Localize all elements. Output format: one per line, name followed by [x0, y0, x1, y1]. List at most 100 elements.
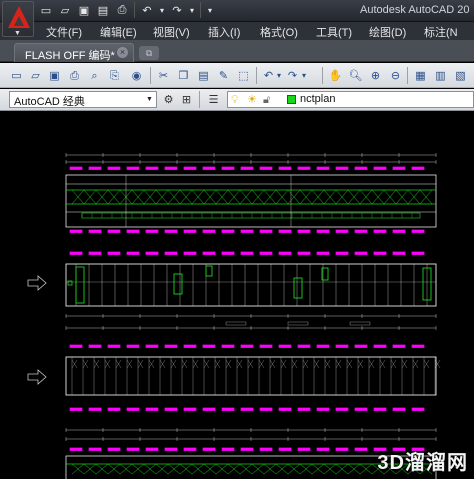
- magenta-label-row: [354, 229, 368, 233]
- magenta-label-row: [316, 344, 330, 348]
- magenta-label-row: [202, 229, 216, 233]
- magenta-label-row: [202, 447, 216, 451]
- tool-palettes-icon[interactable]: ▧: [452, 67, 469, 84]
- magenta-label-row: [202, 407, 216, 411]
- magenta-label-row: [354, 251, 368, 255]
- magenta-label-row: [297, 407, 311, 411]
- plot-preview-icon[interactable]: ⌕: [86, 67, 103, 84]
- new-tab-button[interactable]: ⧉: [139, 46, 159, 60]
- open-icon[interactable]: ▱: [27, 67, 44, 84]
- toolbar-lock-icon[interactable]: ⊞: [178, 91, 195, 108]
- save-icon[interactable]: ▣: [46, 67, 63, 84]
- green-bottom-chord: [81, 212, 421, 219]
- menu-edit[interactable]: 编辑(E): [100, 24, 137, 40]
- magenta-label-row: [335, 229, 349, 233]
- magenta-label-row: [259, 251, 273, 255]
- menu-view[interactable]: 视图(V): [153, 24, 190, 40]
- workspace-value: AutoCAD 经典: [14, 96, 85, 108]
- magenta-label-row: [107, 407, 121, 411]
- layer-dropdown[interactable]: 💡︎ ☀ 🔓︎ nctplan: [227, 91, 474, 108]
- magenta-label-row: [411, 251, 425, 255]
- green-opening: [75, 266, 85, 304]
- workspace-settings-icon[interactable]: ⚙: [160, 91, 177, 108]
- customize-qat-icon[interactable]: ▾: [205, 2, 215, 18]
- save-icon[interactable]: ▣: [76, 2, 92, 18]
- workspace-dropdown[interactable]: AutoCAD 经典 ▼: [9, 91, 157, 108]
- zoom-realtime-icon[interactable]: 🔍︎: [347, 67, 364, 84]
- zoom-window-icon[interactable]: ⊕: [367, 67, 384, 84]
- new-icon[interactable]: ▭: [8, 67, 25, 84]
- undo-icon[interactable]: ↶: [139, 2, 155, 18]
- direction-arrow-icon: [27, 275, 47, 291]
- redo-icon[interactable]: ↷: [284, 67, 301, 84]
- cut-icon[interactable]: ✂: [155, 67, 172, 84]
- magenta-label-row: [354, 407, 368, 411]
- magenta-label-row: [88, 344, 102, 348]
- publish-icon[interactable]: ⎘: [106, 67, 123, 84]
- magenta-label-row: [240, 251, 254, 255]
- toolbar-separator: [407, 67, 408, 84]
- new-icon[interactable]: ▭: [38, 2, 54, 18]
- 3d-print-icon[interactable]: ◉: [128, 67, 145, 84]
- magenta-label-row: [392, 166, 406, 170]
- design-center-icon[interactable]: ▥: [432, 67, 449, 84]
- bay-outline: [65, 356, 437, 396]
- menu-tools[interactable]: 工具(T): [316, 24, 352, 40]
- match-properties-icon[interactable]: ✎: [215, 67, 232, 84]
- pan-icon[interactable]: ✋: [327, 67, 344, 84]
- save-as-icon[interactable]: ▤: [95, 2, 111, 18]
- close-icon[interactable]: ×: [117, 47, 128, 58]
- green-opening: [173, 273, 183, 295]
- magenta-label-row: [354, 344, 368, 348]
- magenta-label-row: [107, 344, 121, 348]
- magenta-label-row: [145, 251, 159, 255]
- direction-arrow-icon: [27, 369, 47, 385]
- magenta-label-row: [126, 166, 140, 170]
- print-icon[interactable]: ⎙: [114, 2, 130, 18]
- sun-freeze-icon[interactable]: ☀: [247, 93, 257, 106]
- undo-dropdown-icon[interactable]: ▾: [275, 67, 283, 84]
- magenta-label-row: [373, 344, 387, 348]
- copy-icon[interactable]: ❐: [175, 67, 192, 84]
- lock-open-icon[interactable]: 🔓︎: [263, 93, 270, 107]
- watermark-text: 3D溜溜网: [377, 452, 468, 474]
- tab-flash-off[interactable]: FLASH OFF 编码* ×: [14, 43, 134, 62]
- block-editor-icon[interactable]: ⬚: [235, 67, 252, 84]
- magenta-label-row: [126, 251, 140, 255]
- green-marker: [67, 280, 73, 286]
- menu-draw[interactable]: 绘图(D): [369, 24, 406, 40]
- magenta-label-row: [107, 166, 121, 170]
- redo-dropdown-icon[interactable]: ▾: [188, 2, 196, 18]
- drawing-canvas[interactable]: 3D溜溜网: [0, 112, 474, 479]
- magenta-label-row: [278, 166, 292, 170]
- magenta-label-row: [335, 166, 349, 170]
- window-title: Autodesk AutoCAD 20: [360, 4, 470, 16]
- magenta-label-row: [335, 407, 349, 411]
- magenta-label-row: [69, 344, 83, 348]
- menu-insert[interactable]: 插入(I): [208, 24, 240, 40]
- magenta-label-row: [221, 251, 235, 255]
- application-menu-button[interactable]: ▼: [2, 1, 34, 37]
- magenta-label-row: [164, 344, 178, 348]
- menu-format[interactable]: 格式(O): [260, 24, 298, 40]
- zoom-previous-icon[interactable]: ⊖: [387, 67, 404, 84]
- magenta-label-row: [373, 251, 387, 255]
- workspace-layer-toolbar: AutoCAD 经典 ▼ ⚙ ⊞ ☰ 💡︎ ☀ 🔓︎ nctplan: [0, 89, 474, 111]
- redo-dropdown-icon[interactable]: ▾: [300, 67, 308, 84]
- properties-icon[interactable]: ▦: [412, 67, 429, 84]
- magenta-label-row: [164, 166, 178, 170]
- print-icon[interactable]: ⎙: [66, 67, 83, 84]
- magenta-label-row: [145, 344, 159, 348]
- open-icon[interactable]: ▱: [57, 2, 73, 18]
- paste-icon[interactable]: ▤: [195, 67, 212, 84]
- magenta-label-row: [88, 447, 102, 451]
- layer-properties-icon[interactable]: ☰: [205, 91, 222, 108]
- redo-icon[interactable]: ↷: [169, 2, 185, 18]
- menu-dimension[interactable]: 标注(N: [424, 24, 458, 40]
- bulb-on-icon[interactable]: 💡︎: [231, 93, 239, 107]
- menu-file[interactable]: 文件(F): [46, 24, 82, 40]
- magenta-label-row: [145, 229, 159, 233]
- magenta-label-row: [88, 229, 102, 233]
- magenta-label-row: [373, 166, 387, 170]
- undo-dropdown-icon[interactable]: ▾: [158, 2, 166, 18]
